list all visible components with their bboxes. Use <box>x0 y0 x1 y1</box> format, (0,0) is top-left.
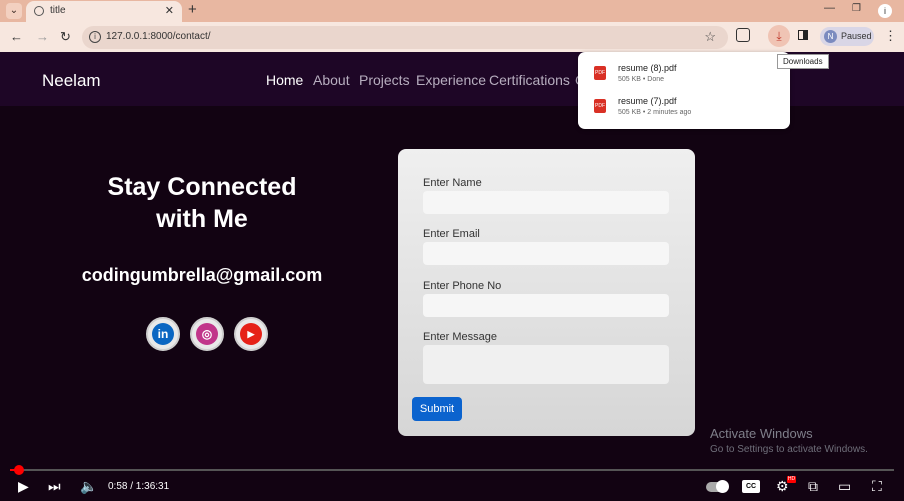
reload-icon[interactable]: ↻ <box>60 29 71 45</box>
url-text: 127.0.0.1:8000/contact/ <box>106 31 211 42</box>
nav-home[interactable]: Home <box>266 72 303 88</box>
avatar: N <box>824 30 837 43</box>
progress-scrubber[interactable] <box>13 465 24 475</box>
message-field[interactable] <box>423 345 669 384</box>
name-field[interactable] <box>423 191 669 214</box>
youtube-icon: ▶ <box>240 323 262 345</box>
contact-heading: Stay Connected with Me <box>92 171 312 235</box>
restore-button[interactable]: ❐ <box>852 3 861 14</box>
name-label: Enter Name <box>423 177 482 189</box>
download-filename: resume (8).pdf <box>618 63 677 73</box>
activate-windows-watermark: Activate Windows Go to Settings to activ… <box>710 426 868 455</box>
globe-icon <box>34 6 44 16</box>
linkedin-button[interactable]: in <box>146 317 180 351</box>
miniplayer-icon[interactable]: ⧉ <box>808 478 818 495</box>
submit-button[interactable]: Submit <box>412 397 462 421</box>
download-item[interactable]: PDF resume (8).pdf 505 KB • Done <box>594 63 784 93</box>
downloads-tooltip: Downloads <box>777 54 829 69</box>
bookmark-star-icon[interactable]: ☆ <box>704 29 716 45</box>
heading-line-1: Stay Connected <box>107 173 297 201</box>
volume-icon[interactable]: 🔈 <box>80 478 97 495</box>
site-info-icon[interactable]: i <box>89 31 101 43</box>
watermark-title: Activate Windows <box>710 426 813 441</box>
forward-arrow-icon[interactable]: → <box>36 29 49 44</box>
close-tab-icon[interactable]: ✕ <box>165 4 174 17</box>
hd-badge: HD <box>787 476 796 483</box>
video-progress-bar[interactable] <box>10 469 894 471</box>
back-arrow-icon[interactable]: ← <box>10 29 23 44</box>
youtube-button[interactable]: ▶ <box>234 317 268 351</box>
contact-email: codingumbrella@gmail.com <box>81 265 323 285</box>
download-meta: 505 KB • Done <box>618 76 665 83</box>
download-icon[interactable]: ⤓ <box>768 25 790 47</box>
tab-search-button[interactable]: ⌄ <box>6 3 22 19</box>
nav-certifications[interactable]: Certifications <box>489 72 570 88</box>
extensions-icon[interactable] <box>736 28 750 42</box>
profile-status: Paused <box>841 31 872 41</box>
downloads-popup: PDF resume (8).pdf 505 KB • Done PDF res… <box>578 52 790 129</box>
theater-mode-icon[interactable]: ▭ <box>838 478 851 495</box>
email-field[interactable] <box>423 242 669 265</box>
pdf-file-icon: PDF <box>594 66 606 80</box>
pdf-file-icon: PDF <box>594 99 606 113</box>
download-item[interactable]: PDF resume (7).pdf 505 KB • 2 minutes ag… <box>594 96 784 126</box>
message-label: Enter Message <box>423 331 497 343</box>
phone-label: Enter Phone No <box>423 280 502 292</box>
browser-tab[interactable]: title ✕ <box>26 1 182 22</box>
menu-kebab-icon[interactable]: ⋮ <box>884 28 897 44</box>
contact-form: Enter Name Enter Email Enter Phone No En… <box>398 149 695 436</box>
next-icon[interactable]: ⏭ <box>48 478 61 495</box>
nav-projects[interactable]: Projects <box>359 72 410 88</box>
heading-line-2: with Me <box>156 205 248 233</box>
fullscreen-icon[interactable]: ⛶ <box>872 478 882 495</box>
email-label: Enter Email <box>423 228 480 240</box>
watermark-subtitle: Go to Settings to activate Windows. <box>710 444 868 455</box>
linkedin-icon: in <box>152 323 174 345</box>
autoplay-toggle[interactable] <box>706 480 729 493</box>
new-tab-button[interactable]: + <box>188 1 197 18</box>
tab-bar: ⌄ title ✕ + — ❐ i <box>0 0 904 22</box>
toggle-knob <box>716 480 729 493</box>
site-brand[interactable]: Neelam <box>42 71 101 91</box>
phone-field[interactable] <box>423 294 669 317</box>
info-icon[interactable]: i <box>878 4 892 18</box>
captions-icon[interactable]: CC <box>742 480 760 493</box>
download-meta: 505 KB • 2 minutes ago <box>618 109 692 116</box>
nav-about[interactable]: About <box>313 72 350 88</box>
address-bar[interactable]: i 127.0.0.1:8000/contact/ ☆ <box>82 26 728 49</box>
browser-toolbar: ← → ↻ i 127.0.0.1:8000/contact/ ☆ ⤓ N Pa… <box>0 22 904 52</box>
side-panel-icon[interactable] <box>798 30 808 40</box>
profile-button[interactable]: N Paused <box>820 27 874 46</box>
minimize-button[interactable]: — <box>824 2 835 14</box>
instagram-icon: ◎ <box>196 323 218 345</box>
instagram-button[interactable]: ◎ <box>190 317 224 351</box>
tab-title: title <box>50 5 66 16</box>
play-icon[interactable]: ▶ <box>18 478 29 495</box>
nav-experience[interactable]: Experience <box>416 72 486 88</box>
download-filename: resume (7).pdf <box>618 96 677 106</box>
video-time: 0:58 / 1:36:31 <box>108 481 170 492</box>
